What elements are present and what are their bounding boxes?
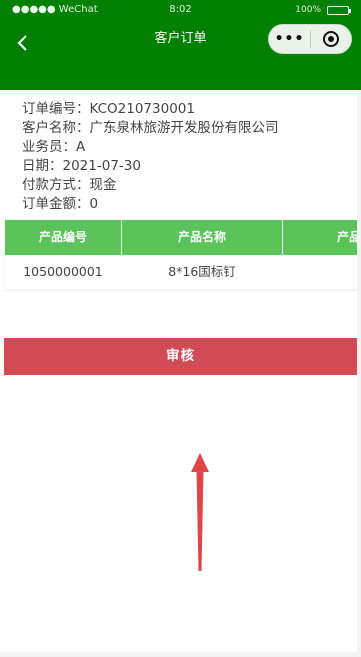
order-number: 订单编号：KCO210730001 <box>22 101 195 117</box>
audit-button[interactable]: 审核 <box>4 338 357 375</box>
battery-percent: 100% <box>295 5 321 15</box>
nav-bar: 客户订单 ••• <box>0 20 361 90</box>
close-program-button[interactable] <box>311 31 351 47</box>
status-bar: ●●●●● WeChat 8:02 100% <box>0 0 361 20</box>
salesperson: 业务员：A <box>22 139 86 155</box>
header-product-name: 产品名称 <box>122 220 283 255</box>
annotation-arrow-icon <box>191 453 209 571</box>
table-row[interactable]: 1050000001 8*16国标钉 <box>5 255 357 289</box>
payment-method: 付款方式：现金 <box>22 177 117 193</box>
header-product-partial: 产品 <box>337 230 357 244</box>
more-button[interactable]: ••• <box>269 31 310 47</box>
order-info: 订单编号：KCO210730001 客户名称：广东泉林旅游开发股份有限公司 业务… <box>22 100 279 214</box>
page-content: 订单编号：KCO210730001 客户名称：广东泉林旅游开发股份有限公司 业务… <box>0 90 357 652</box>
cell-product-name: 8*16国标钉 <box>168 264 236 279</box>
table-header: 产品编号 产品名称 产品 <box>5 220 357 255</box>
order-amount: 订单金额：0 <box>22 196 99 212</box>
target-icon <box>322 31 339 47</box>
cell-product-code: 1050000001 <box>23 264 103 279</box>
mini-program-capsule: ••• <box>268 24 352 54</box>
header-product-code: 产品编号 <box>5 220 122 255</box>
battery-icon <box>327 6 351 15</box>
order-date: 日期：2021-07-30 <box>22 158 141 174</box>
customer-name: 客户名称：广东泉林旅游开发股份有限公司 <box>22 120 279 136</box>
